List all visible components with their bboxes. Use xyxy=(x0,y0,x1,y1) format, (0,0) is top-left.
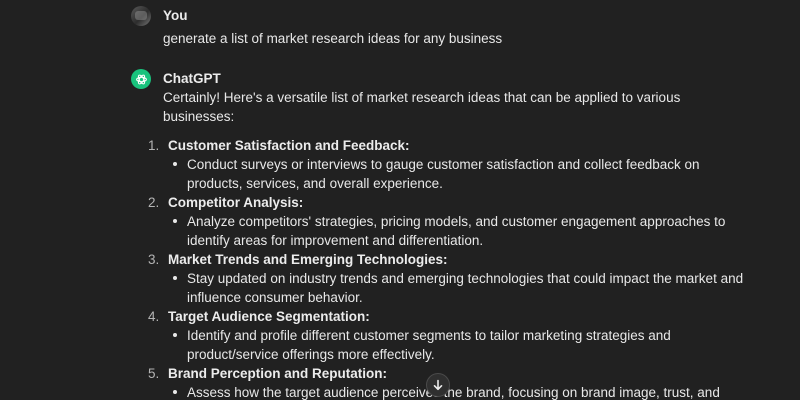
arrow-down-icon xyxy=(433,379,443,391)
assistant-message: ChatGPT Certainly! Here's a versatile li… xyxy=(131,69,771,400)
list-item-number: 2. xyxy=(148,195,160,210)
list-item: 2. Competitor Analysis: Analyze competit… xyxy=(131,193,771,250)
sub-list-item-text: Assess how the target audience perceives… xyxy=(187,385,720,400)
assistant-intro-text: Certainly! Here's a versatile list of ma… xyxy=(163,90,681,124)
list-item: 5. Brand Perception and Reputation: Asse… xyxy=(131,364,771,400)
sub-list: Analyze competitors' strategies, pricing… xyxy=(131,212,771,250)
assistant-name: ChatGPT xyxy=(163,71,221,86)
list-item-title: Target Audience Segmentation: xyxy=(168,309,370,324)
sub-list: Conduct surveys or interviews to gauge c… xyxy=(131,155,771,193)
bullet-icon xyxy=(173,219,177,223)
user-message: You generate a list of market research i… xyxy=(131,6,771,48)
ideas-list: 1. Customer Satisfaction and Feedback: C… xyxy=(131,136,771,400)
sub-list-item: Analyze competitors' strategies, pricing… xyxy=(173,212,757,250)
list-item-number: 5. xyxy=(148,366,160,381)
list-item-title: Customer Satisfaction and Feedback: xyxy=(168,138,410,153)
scroll-to-bottom-button[interactable] xyxy=(426,373,450,397)
list-item-title: Brand Perception and Reputation: xyxy=(168,366,388,381)
sub-list: Assess how the target audience perceives… xyxy=(131,383,771,400)
list-item-title: Competitor Analysis: xyxy=(168,195,304,210)
user-message-text: generate a list of market research ideas… xyxy=(163,31,503,46)
list-item: 3. Market Trends and Emerging Technologi… xyxy=(131,250,771,307)
sub-list-item-text: Stay updated on industry trends and emer… xyxy=(187,271,744,305)
user-avatar xyxy=(131,6,151,26)
sub-list-item: Identify and profile different customer … xyxy=(173,326,757,364)
sub-list-item-text: Identify and profile different customer … xyxy=(187,328,671,362)
sub-list-item-text: Analyze competitors' strategies, pricing… xyxy=(187,214,726,248)
openai-logo-icon xyxy=(131,69,151,89)
sub-list-item: Conduct surveys or interviews to gauge c… xyxy=(173,155,757,193)
sub-list: Stay updated on industry trends and emer… xyxy=(131,269,771,307)
sub-list-item: Assess how the target audience perceives… xyxy=(173,383,757,400)
list-item-title: Market Trends and Emerging Technologies: xyxy=(168,252,448,267)
bullet-icon xyxy=(173,162,177,166)
bullet-icon xyxy=(173,333,177,337)
list-item-number: 3. xyxy=(148,252,160,267)
bullet-icon xyxy=(173,276,177,280)
bullet-icon xyxy=(173,390,177,394)
list-item-number: 4. xyxy=(148,309,160,324)
list-item: 1. Customer Satisfaction and Feedback: C… xyxy=(131,136,771,193)
user-name: You xyxy=(163,8,188,23)
user-message-header: You xyxy=(131,6,771,26)
list-item: 4. Target Audience Segmentation: Identif… xyxy=(131,307,771,364)
sub-list: Identify and profile different customer … xyxy=(131,326,771,364)
sub-list-item-text: Conduct surveys or interviews to gauge c… xyxy=(187,157,700,191)
sub-list-item: Stay updated on industry trends and emer… xyxy=(173,269,757,307)
list-item-number: 1. xyxy=(148,138,160,153)
assistant-message-header: ChatGPT xyxy=(131,69,771,89)
